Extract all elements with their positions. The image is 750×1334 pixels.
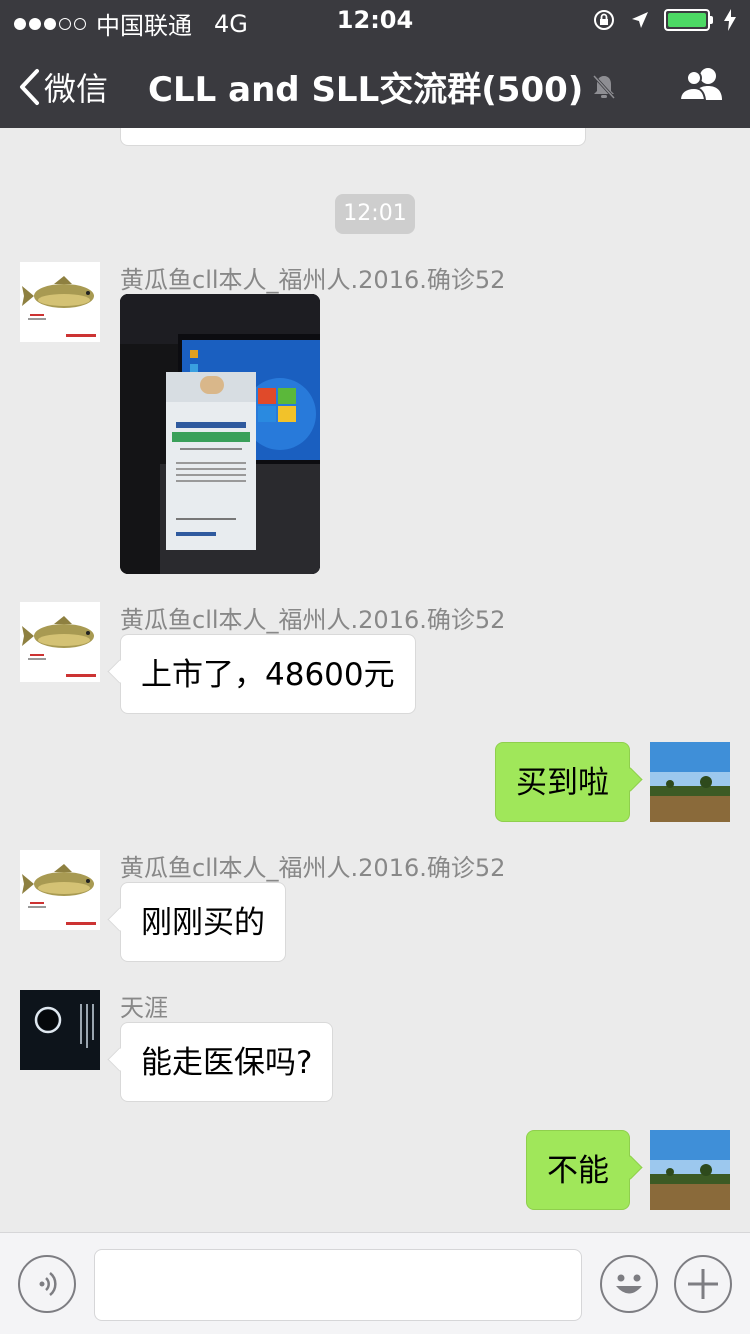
- mute-bell-icon: [593, 74, 616, 99]
- group-members-button[interactable]: [678, 66, 726, 106]
- navigation-bar: 微信 CLL and SLL交流群(500): [0, 40, 750, 128]
- avatar[interactable]: [20, 990, 100, 1070]
- voice-icon: [39, 1272, 57, 1296]
- lock-rotation-icon: [594, 10, 614, 30]
- previous-message-bubble[interactable]: [120, 128, 586, 146]
- avatar[interactable]: [650, 742, 730, 822]
- chat-title-text: CLL and SLL交流群(500): [148, 70, 584, 110]
- emoji-icon: [616, 1274, 642, 1294]
- input-toolbar: [0, 1232, 750, 1334]
- message-bubble[interactable]: 刚刚买的: [120, 882, 286, 962]
- avatar[interactable]: [20, 262, 100, 342]
- voice-button[interactable]: [18, 1255, 76, 1313]
- chat-area[interactable]: 12:01 黄瓜鱼cll本人_福州人.2016.确诊52 黄瓜鱼cll本人_福州…: [0, 128, 750, 1232]
- message-input[interactable]: [94, 1249, 582, 1321]
- image-message[interactable]: [120, 294, 320, 574]
- group-members-icon: [678, 68, 722, 101]
- emoji-button[interactable]: [600, 1255, 658, 1313]
- battery-icon: [664, 9, 713, 31]
- back-chevron-icon: [20, 69, 39, 105]
- charging-icon: [724, 9, 736, 31]
- message-bubble[interactable]: 不能: [526, 1130, 630, 1210]
- status-bar: 中国联通 4G 12:04: [0, 0, 750, 40]
- fish-avatar-image: [20, 850, 100, 930]
- back-button[interactable]: 微信: [18, 64, 108, 110]
- landscape-avatar-image: [650, 1130, 730, 1210]
- sender-name: 黄瓜鱼cll本人_福州人.2016.确诊52: [120, 854, 506, 882]
- sender-name: 黄瓜鱼cll本人_福州人.2016.确诊52: [120, 266, 506, 294]
- drug-box-photo: [120, 294, 320, 574]
- fish-avatar-image: [20, 602, 100, 682]
- back-label: 微信: [44, 70, 109, 108]
- message-bubble[interactable]: 能走医保吗?: [120, 1022, 334, 1102]
- time-divider: 12:01: [335, 194, 415, 234]
- plus-icon: [688, 1269, 718, 1299]
- landscape-avatar-image: [650, 742, 730, 822]
- location-arrow-icon: [632, 12, 648, 28]
- avatar[interactable]: [20, 850, 100, 930]
- sender-name: 黄瓜鱼cll本人_福州人.2016.确诊52: [120, 606, 506, 634]
- top-bar: 中国联通 4G 12:04 微信 CLL and SLL交流群(500): [0, 0, 750, 128]
- sender-name: 天涯: [120, 994, 168, 1022]
- message-bubble[interactable]: 买到啦: [495, 742, 630, 822]
- more-button[interactable]: [674, 1255, 732, 1313]
- chat-title: CLL and SLL交流群(500): [148, 62, 617, 111]
- eclipse-avatar-image: [20, 990, 100, 1070]
- avatar[interactable]: [650, 1130, 730, 1210]
- fish-avatar-image: [20, 262, 100, 342]
- message-bubble[interactable]: 上市了，48600元: [120, 634, 416, 714]
- avatar[interactable]: [20, 602, 100, 682]
